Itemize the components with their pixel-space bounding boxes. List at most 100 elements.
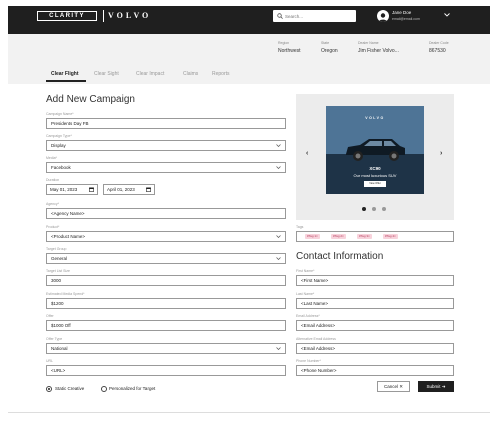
state-value: Oregon (321, 48, 338, 54)
agency-value: <Agency Name> (51, 211, 85, 216)
tag-chip[interactable]: #Tag 1× (305, 234, 320, 239)
chevron-down-icon (276, 235, 281, 238)
dealer-name-value: Jim Fisher Volvo... (358, 48, 399, 54)
campaign-type-select[interactable]: Display (46, 140, 286, 151)
campaign-type-value: Display (51, 143, 66, 148)
carousel-dot[interactable] (372, 207, 376, 211)
personalized-label: Personalized for Target (109, 386, 156, 391)
personalized-radio[interactable] (101, 386, 107, 392)
phone-label: Phone Number* (296, 359, 321, 363)
calendar-icon (146, 187, 151, 192)
offer-value: $1000 Off (51, 323, 71, 328)
static-creative-label: Static Creative (55, 386, 85, 391)
last-name-label: Last Name* (296, 292, 315, 296)
email-value: <Email Address> (301, 323, 336, 328)
avatar[interactable] (377, 10, 389, 22)
ad-tagline: Our most luxurious SUV (353, 173, 397, 178)
tab-clear-flight[interactable]: Clear Flight (51, 71, 79, 77)
search-box[interactable] (273, 10, 356, 22)
email-field[interactable]: <Email Address> (296, 320, 454, 331)
target-group-value: General (51, 256, 68, 261)
offer-label: Offer (46, 314, 54, 318)
carousel-dot[interactable] (382, 207, 386, 211)
end-date-picker[interactable]: April 01, 2023 (103, 184, 155, 195)
offer-type-value: National (51, 346, 68, 351)
phone-field[interactable]: <Phone Number> (296, 365, 454, 376)
tag-chip[interactable]: #Tag 4× (383, 234, 398, 239)
end-date-value: April 01, 2023 (107, 187, 135, 192)
carousel-next-icon[interactable]: › (440, 150, 442, 157)
offer-field[interactable]: $1000 Off (46, 320, 286, 331)
media-spend-label: Estimated Media Spend* (46, 292, 85, 296)
carousel-dot-active[interactable] (362, 207, 366, 211)
product-select[interactable]: <Product Name> (46, 231, 286, 242)
tab-clear-sight[interactable]: Clear Sight (94, 71, 119, 77)
ad-model: XC90 (369, 166, 381, 171)
start-date-picker[interactable]: May 01, 2023 (46, 184, 98, 195)
chevron-down-icon (276, 166, 281, 169)
ad-brand: VOLVO (365, 116, 385, 120)
ad-preview[interactable]: VOLVO XC90 Our most luxurious SUV View O… (326, 106, 424, 194)
target-list-size-value: 3000 (51, 278, 62, 283)
email-label: Email Address* (296, 314, 320, 318)
tab-claims[interactable]: Claims (183, 71, 198, 77)
tag-chip[interactable]: #Tag 2× (331, 234, 346, 239)
campaign-type-label: Campaign Type* (46, 134, 72, 138)
target-group-select[interactable]: General (46, 253, 286, 264)
duration-label: Duration (46, 178, 60, 182)
campaign-name-value: Presidents Day FB (51, 121, 89, 126)
target-group-label: Target Group (46, 247, 67, 251)
clarity-logo[interactable]: CLARITY (37, 11, 97, 21)
media-spend-field[interactable]: $1200 (46, 298, 286, 309)
alt-email-field[interactable]: <Email Address> (296, 343, 454, 354)
carousel-prev-icon[interactable]: ‹ (306, 150, 308, 157)
volvo-logo: VOLVO (108, 11, 152, 20)
campaign-name-field[interactable]: Presidents Day FB (46, 118, 286, 129)
chevron-down-icon[interactable] (444, 13, 450, 17)
media-spend-value: $1200 (51, 301, 64, 306)
active-tab-indicator (46, 80, 86, 82)
logo-divider (103, 10, 104, 22)
tags-field[interactable]: #Tag 1× #Tag 2× #Tag 3× #Tag 4× (296, 231, 454, 242)
first-name-label: First Name* (296, 269, 315, 273)
footer-divider (8, 412, 490, 413)
campaign-name-label: Campaign Name* (46, 112, 74, 116)
product-value: <Product Name> (51, 234, 86, 239)
first-name-field[interactable]: <First Name> (296, 275, 454, 286)
cancel-button[interactable]: Cancel ✕ (377, 381, 410, 392)
alt-email-label: Alternative Email Address (296, 337, 336, 341)
submit-button[interactable]: Submit ➜ (418, 381, 454, 392)
offer-type-select[interactable]: National (46, 343, 286, 354)
url-label: URL (46, 359, 54, 363)
search-input[interactable] (285, 10, 353, 22)
tab-reports[interactable]: Reports (212, 71, 230, 77)
media-label: Media* (46, 156, 57, 160)
media-select[interactable]: Facebook (46, 162, 286, 173)
chevron-down-icon (276, 347, 281, 350)
contact-title: Contact Information (296, 251, 384, 262)
tag-chip[interactable]: #Tag 3× (357, 234, 372, 239)
url-field[interactable]: <URL> (46, 365, 286, 376)
region-value: Northwest (278, 48, 301, 54)
calendar-icon (89, 187, 94, 192)
tags-label: Tags (296, 225, 304, 229)
last-name-value: <Last Name> (301, 301, 329, 306)
static-creative-radio[interactable] (46, 386, 52, 392)
dealer-name-label: Dealer Name (358, 41, 379, 45)
target-list-size-label: Target List Size (46, 269, 70, 273)
agency-select[interactable]: <Agency Name> (46, 208, 286, 219)
media-value: Facebook (51, 165, 71, 170)
first-name-value: <First Name> (301, 278, 329, 283)
region-label: Region (278, 41, 290, 45)
ad-offer-button[interactable]: View Offer (364, 181, 386, 187)
last-name-field[interactable]: <Last Name> (296, 298, 454, 309)
chevron-down-icon (276, 144, 281, 147)
user-email: email@email.com (392, 17, 420, 21)
alt-email-value: <Email Address> (301, 346, 336, 351)
target-list-size-field[interactable]: 3000 (46, 275, 286, 286)
offer-type-label: Offer Type (46, 337, 63, 341)
car-image (346, 139, 405, 161)
page-title: Add New Campaign (46, 94, 135, 105)
tab-clear-impact[interactable]: Clear Impact (136, 71, 164, 77)
agency-label: Agency* (46, 202, 60, 206)
